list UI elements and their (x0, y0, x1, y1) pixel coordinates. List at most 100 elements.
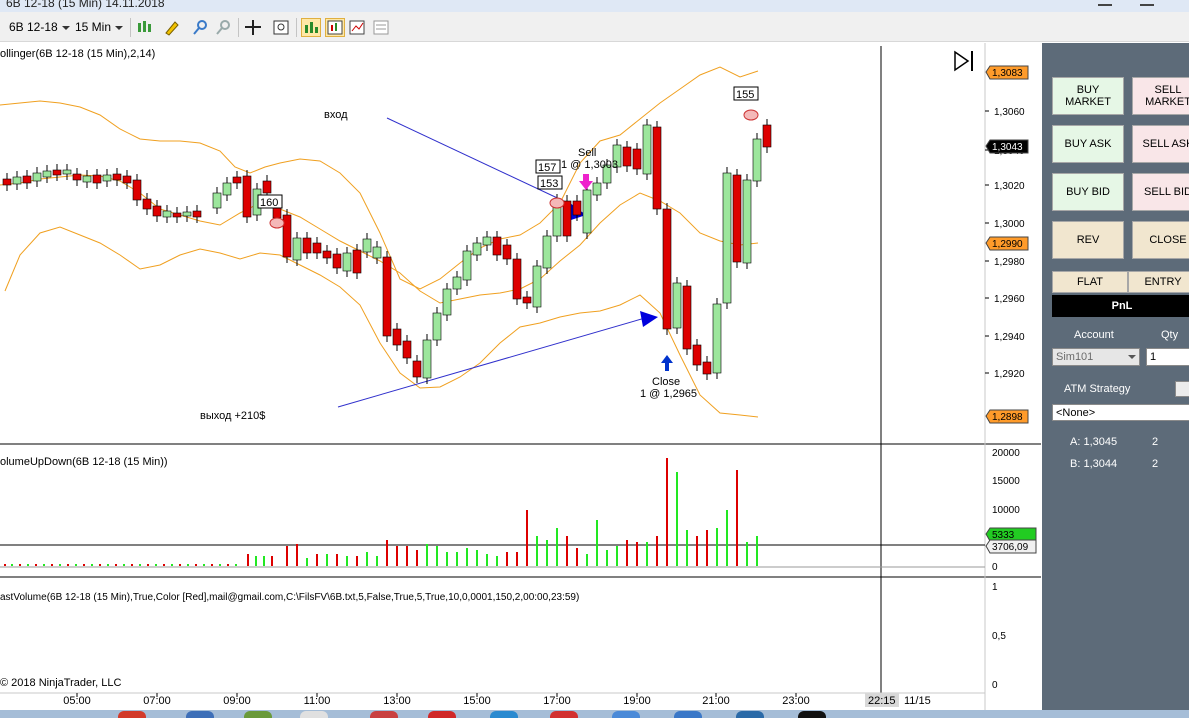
candle-body (322, 250, 332, 259)
candle-body (32, 172, 42, 182)
time-axis-label: 11:00 (304, 695, 331, 707)
price-marker-label: 1,2898 (992, 412, 1023, 423)
atm-strategy-options-button[interactable] (1175, 381, 1189, 397)
entry-tab[interactable]: ENTRY (1128, 271, 1189, 293)
chart-area[interactable]: 1,30601,30401,30201,30001,29801,29601,29… (0, 43, 1041, 710)
time-axis-label: 23:00 (782, 695, 810, 707)
volume-label: olumeUpDown(6B 12-18 (15 Min)) (0, 456, 168, 468)
volume-bar (436, 546, 438, 566)
chevron-down-icon (61, 25, 70, 30)
sell-bid-button[interactable]: SELL BID (1132, 173, 1189, 211)
app-icon[interactable] (798, 711, 826, 718)
instrument-selector[interactable]: 6B 12-18 (6, 18, 70, 36)
volume-bar (556, 528, 558, 566)
candle-body (122, 175, 132, 184)
fastvolume-axis-label: 0,5 (992, 631, 1006, 642)
cursor-date: 11/15 (904, 695, 931, 707)
time-axis-label: 09:00 (223, 695, 251, 707)
close-position-button[interactable]: CLOSE (1132, 221, 1189, 259)
candle-body (152, 205, 162, 217)
sell-execution-label: Sell (578, 147, 596, 159)
app-icon[interactable] (428, 711, 456, 718)
candle-body (292, 237, 302, 261)
scroll-to-end-icon[interactable] (954, 50, 973, 72)
time-axis-label: 07:00 (143, 695, 171, 707)
candle-body (182, 211, 192, 217)
volume-bar (123, 564, 125, 566)
minimize-icon[interactable] (1098, 4, 1112, 6)
maximize-icon[interactable] (1140, 4, 1154, 6)
atm-strategy-select[interactable]: <None> (1052, 404, 1189, 421)
volume-bar (516, 552, 518, 566)
interval-selector[interactable]: 15 Min (72, 18, 128, 36)
app-icon[interactable] (490, 711, 518, 718)
zoom-out-icon[interactable] (214, 19, 232, 36)
account-select[interactable]: Sim101 (1052, 348, 1140, 366)
pnl-display: PnL (1052, 295, 1189, 317)
candle-body (752, 138, 762, 182)
browser-icon[interactable] (118, 711, 146, 718)
app-icon[interactable] (674, 711, 702, 718)
volume-bar (286, 546, 288, 566)
candle-body (522, 296, 532, 304)
bollinger-line (0, 174, 759, 304)
sell-market-button[interactable]: SELL MARKET (1132, 77, 1189, 115)
candle-body (562, 200, 572, 237)
price-chart[interactable]: 1,30601,30401,30201,30001,29801,29601,29… (0, 43, 1041, 710)
bar-type-icon[interactable] (136, 19, 154, 36)
reverse-button[interactable]: REV (1052, 221, 1124, 259)
candle-body (382, 256, 392, 337)
volume-axis-label: 0 (992, 562, 998, 573)
instrument-value: 6B 12-18 (9, 20, 58, 34)
sell-arrow-icon (579, 174, 593, 190)
app-icon[interactable] (300, 711, 328, 718)
candle-body (402, 340, 412, 359)
quantity-input[interactable]: 1 (1146, 348, 1189, 366)
candle-body (692, 344, 702, 366)
buy-bid-button[interactable]: BUY BID (1052, 173, 1124, 211)
properties-icon[interactable] (272, 19, 290, 36)
candle-body (92, 174, 102, 184)
volume-bar (91, 564, 93, 566)
app-icon[interactable] (550, 711, 578, 718)
indicators-icon[interactable] (301, 18, 321, 37)
flat-tab[interactable]: FLAT (1052, 271, 1128, 293)
volume-bar (27, 564, 29, 566)
app-icon[interactable] (244, 711, 272, 718)
crosshair-icon[interactable] (244, 19, 262, 36)
draw-pen-icon[interactable] (163, 19, 181, 36)
account-value: Sim101 (1056, 351, 1094, 363)
pnl-label: PnL (1111, 300, 1133, 312)
candle-body (482, 236, 492, 246)
zoom-in-icon[interactable] (191, 19, 209, 36)
volume-bar (666, 458, 668, 566)
app-icon[interactable] (736, 711, 764, 718)
sell-ask-button[interactable]: SELL ASK (1132, 125, 1189, 163)
atm-strategy-value: <None> (1056, 407, 1096, 419)
volume-bar (386, 540, 388, 566)
strategies-icon[interactable] (325, 18, 345, 37)
volume-bar (396, 546, 398, 566)
app-icon[interactable] (186, 711, 214, 718)
app-icon[interactable] (612, 711, 640, 718)
bollinger-bands (0, 66, 759, 418)
volume-bar (406, 546, 408, 566)
candle-body (422, 339, 432, 379)
candle-body (52, 169, 62, 176)
volume-bar (466, 548, 468, 566)
volume-bar (426, 544, 428, 566)
volume-bar (536, 536, 538, 566)
volume-bar (476, 550, 478, 566)
volume-bar (646, 542, 648, 566)
candle-body (672, 282, 682, 329)
buy-ask-button[interactable]: BUY ASK (1052, 125, 1124, 163)
candle-body (742, 179, 752, 264)
data-box-icon[interactable] (372, 19, 390, 36)
buy-market-button[interactable]: BUY MARKET (1052, 77, 1124, 115)
chart-trader-icon[interactable] (348, 19, 366, 36)
volume-bar (416, 550, 418, 566)
volume-bar (636, 542, 638, 566)
app-icon[interactable] (370, 711, 398, 718)
candle-body (62, 169, 72, 175)
chevron-down-icon (1128, 355, 1136, 359)
